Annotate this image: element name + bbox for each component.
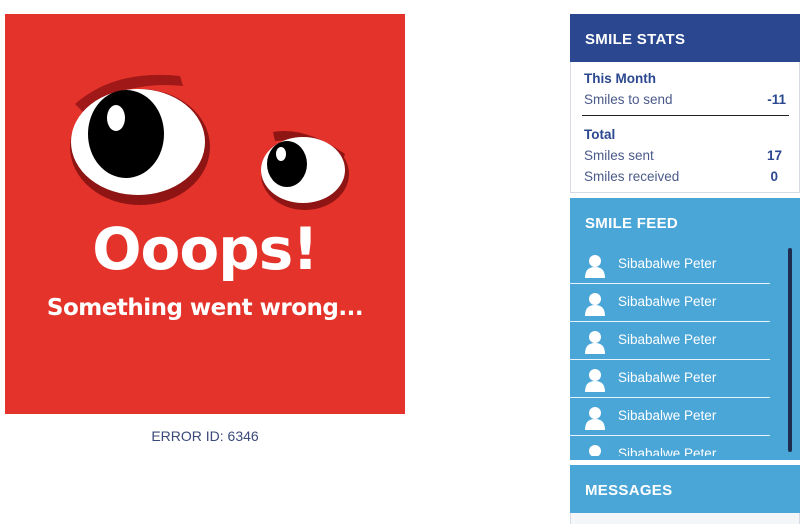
feed-item-name: Sibabalwe Peter bbox=[618, 256, 717, 271]
smiles-received-row: Smiles received 0 bbox=[584, 169, 786, 184]
feed-item-name: Sibabalwe Peter bbox=[618, 408, 717, 423]
feed-item-name: Sibabalwe Peter bbox=[618, 370, 717, 385]
user-icon bbox=[585, 369, 605, 392]
feed-item[interactable]: Sibabalwe Peter bbox=[570, 284, 770, 322]
stats-divider bbox=[582, 115, 789, 116]
smiles-sent-row: Smiles sent 17 bbox=[584, 148, 786, 163]
user-icon bbox=[585, 293, 605, 316]
user-icon bbox=[589, 445, 601, 456]
feed-item[interactable]: Sibabalwe Peter bbox=[570, 246, 770, 284]
stat-label: Smiles received bbox=[584, 169, 680, 184]
feed-item[interactable]: Sibabalwe Peter bbox=[570, 436, 770, 456]
messages-header: MESSAGES bbox=[570, 465, 800, 513]
stat-label: Smiles to send bbox=[584, 92, 673, 107]
feed-item[interactable]: Sibabalwe Peter bbox=[570, 360, 770, 398]
error-id: ERROR ID: 6346 bbox=[151, 428, 259, 444]
total-heading: Total bbox=[584, 127, 616, 142]
user-icon bbox=[585, 407, 605, 430]
error-subline: Something went wrong... bbox=[46, 295, 364, 321]
feed-bottom-edge bbox=[570, 456, 800, 460]
feed-item[interactable]: Sibabalwe Peter bbox=[570, 322, 770, 360]
feed-item-name: Sibabalwe Peter bbox=[618, 332, 717, 347]
smiles-to-send-row: Smiles to send -11 bbox=[584, 92, 786, 107]
sad-eyes-icon bbox=[70, 74, 349, 210]
stat-label: Smiles sent bbox=[584, 148, 654, 163]
error-headline: Ooops! bbox=[92, 215, 319, 283]
stat-value: 17 bbox=[766, 148, 782, 163]
user-icon bbox=[585, 255, 605, 278]
smile-feed-list[interactable]: Sibabalwe Peter Sibabalwe Peter Sibabalw… bbox=[570, 246, 800, 456]
user-icon bbox=[585, 331, 605, 354]
feed-item-name: Sibabalwe Peter bbox=[618, 446, 717, 456]
feed-item-name: Sibabalwe Peter bbox=[618, 294, 717, 309]
feed-item[interactable]: Sibabalwe Peter bbox=[570, 398, 770, 436]
stat-value: -11 bbox=[767, 92, 786, 107]
smile-feed-header: SMILE FEED bbox=[570, 198, 800, 246]
smile-stats-header: SMILE STATS bbox=[570, 14, 800, 62]
smile-stats-panel: This Month Smiles to send -11 Total Smil… bbox=[570, 62, 800, 193]
feed-scrollbar[interactable] bbox=[788, 248, 792, 452]
stat-value: 0 bbox=[770, 169, 778, 184]
error-illustration: Ooops! Something went wrong... bbox=[5, 14, 405, 414]
this-month-heading: This Month bbox=[584, 71, 656, 86]
messages-panel bbox=[570, 513, 800, 524]
